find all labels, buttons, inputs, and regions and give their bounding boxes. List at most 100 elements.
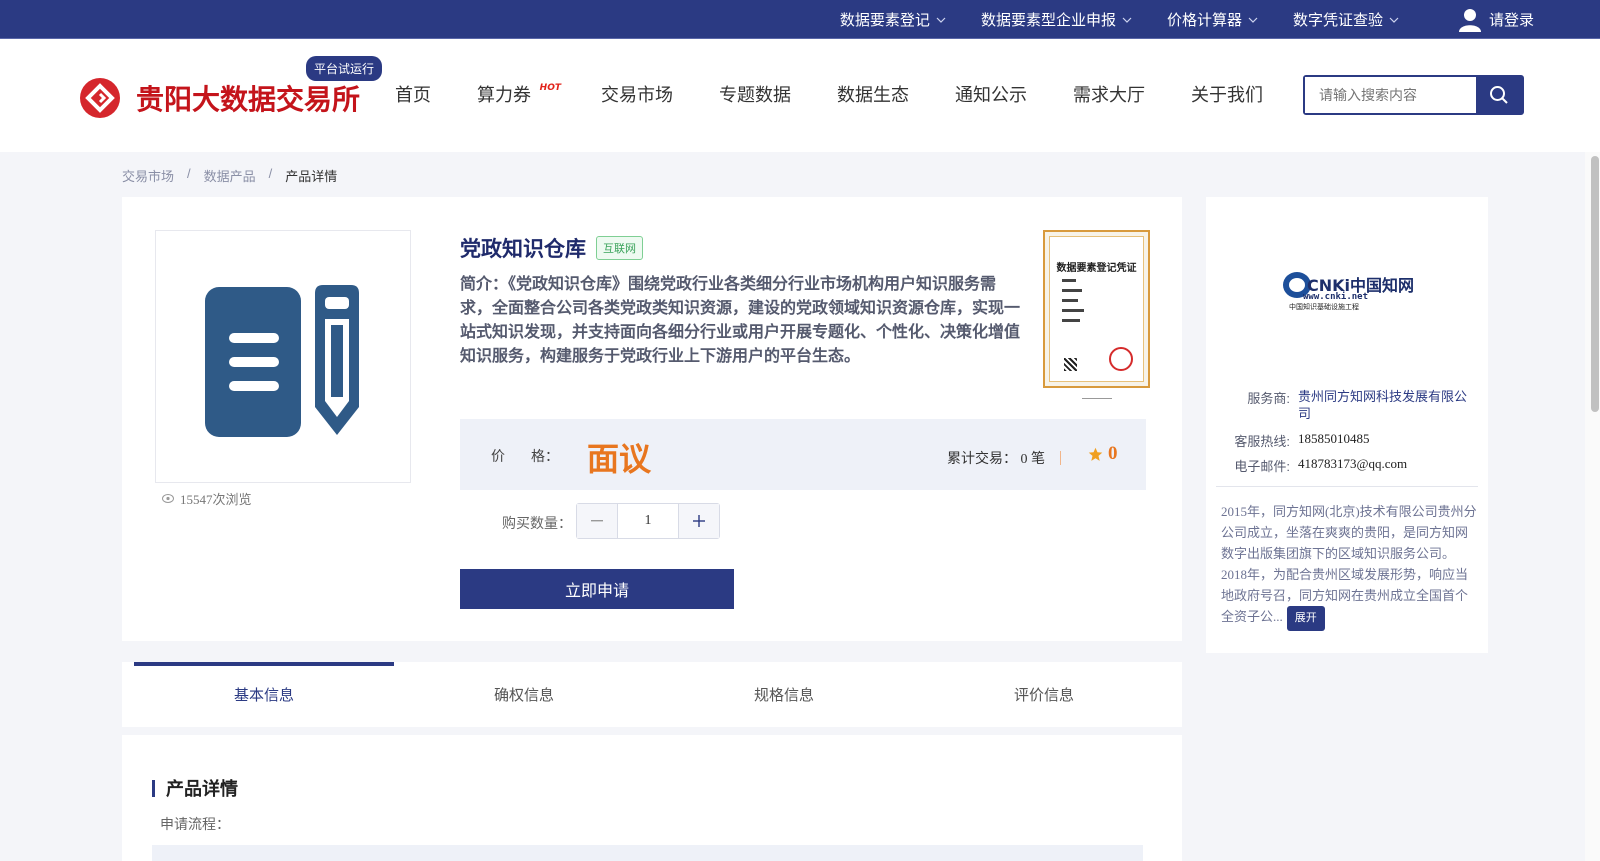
price-value: 面议 <box>587 440 652 478</box>
hotline-value: 18585010485 <box>1298 431 1370 446</box>
divider <box>1216 486 1478 487</box>
provider-label: 服务商: <box>1247 391 1290 406</box>
top-link-label: 价格计算器 <box>1166 12 1242 29</box>
tab-spec-info[interactable]: 规格信息 <box>654 662 914 727</box>
site-logo-icon[interactable] <box>79 77 121 119</box>
rating-value: 0 <box>1108 443 1118 464</box>
cnki-logo-url-text: www.cnki.net <box>1303 291 1368 302</box>
qr-code-icon <box>1064 358 1077 371</box>
chevron-down-icon <box>1122 17 1132 23</box>
section-title-text: 产品详情 <box>166 779 238 800</box>
apply-process-panel <box>152 845 1143 861</box>
certificate-text-line <box>1062 319 1080 322</box>
login-label: 请登录 <box>1488 12 1534 29</box>
certificate-title: 数据要素登记凭证 <box>1056 263 1137 274</box>
nav-item-notices[interactable]: 通知公示 <box>955 81 1027 107</box>
nav-item-label: 算力券 <box>477 85 531 106</box>
breadcrumb-item-market[interactable]: 交易市场 <box>122 166 174 185</box>
site-name[interactable]: 贵阳大数据交易所 <box>136 78 360 118</box>
section-title: 产品详情 <box>152 775 238 801</box>
star-icon <box>1088 447 1103 461</box>
top-link-label: 数据要素登记 <box>839 12 930 29</box>
product-card: 15547次浏览 党政知识仓库 互联网 简介：《党政知识仓库》围绕党政行业各类细… <box>122 197 1182 641</box>
search-box <box>1303 75 1524 115</box>
nav-item-about[interactable]: 关于我们 <box>1191 81 1263 107</box>
tab-basic-info[interactable]: 基本信息 <box>134 662 394 727</box>
nav-item-compute-voucher[interactable]: 算力券 HOT <box>477 81 561 107</box>
eye-icon <box>162 494 174 503</box>
view-count: 15547次浏览 <box>162 489 252 508</box>
price-label-part: 价 <box>491 448 505 464</box>
provider-link[interactable]: 贵州同方知网科技发展有限公司 <box>1298 388 1478 422</box>
login-button[interactable]: 请登录 <box>1458 8 1534 32</box>
chevron-down-icon <box>936 17 946 23</box>
main-nav: 首页 算力券 HOT 交易市场 专题数据 数据生态 通知公示 需求大厅 关于我们 <box>395 81 1309 107</box>
quantity-stepper <box>576 503 720 539</box>
trial-badge: 平台试运行 <box>306 56 383 81</box>
top-link-certificate-verify[interactable]: 数字凭证查验 <box>1293 9 1399 30</box>
tab-rights-info[interactable]: 确权信息 <box>394 662 654 727</box>
apply-now-button[interactable]: 立即申请 <box>460 569 734 609</box>
quantity-input[interactable] <box>617 504 679 538</box>
site-header: 贵阳大数据交易所 平台试运行 首页 算力券 HOT 交易市场 专题数据 数据生态… <box>0 39 1600 152</box>
certificate-text-line <box>1062 299 1078 302</box>
top-link-label: 数据要素型企业申报 <box>980 12 1116 29</box>
email-value: 418783173@qq.com <box>1298 456 1408 471</box>
decrease-button[interactable] <box>577 504 617 538</box>
scrollbar-thumb[interactable] <box>1591 156 1599 412</box>
plus-icon <box>693 515 705 527</box>
product-image <box>155 230 411 483</box>
cnki-logo-sub-text: 中国知识基础设施工程 <box>1289 302 1359 311</box>
rating: 0 <box>1088 443 1118 465</box>
quantity-label: 购买数量： <box>502 515 572 531</box>
nav-item-demand-hall[interactable]: 需求大厅 <box>1073 81 1145 107</box>
expand-button[interactable]: 展开 <box>1286 606 1325 631</box>
product-detail-section: 产品详情 申请流程： <box>122 735 1182 861</box>
top-link-price-calculator[interactable]: 价格计算器 <box>1167 9 1258 30</box>
search-button[interactable] <box>1476 77 1522 113</box>
certificate-text-line <box>1062 289 1082 292</box>
nav-item-home[interactable]: 首页 <box>395 81 431 107</box>
nav-item-topic-data[interactable]: 专题数据 <box>719 81 791 107</box>
provider-row: 服务商: 贵州同方知网科技发展有限公司 <box>1216 388 1478 422</box>
apply-process-label: 申请流程： <box>160 816 230 832</box>
trade-count: 累计交易： 0 笔 <box>947 452 1045 467</box>
top-link-data-registration[interactable]: 数据要素登记 <box>840 9 946 30</box>
section-title-bar <box>152 779 155 797</box>
price-label-part: 格： <box>531 448 559 464</box>
breadcrumb: 交易市场 / 数据产品 / 产品详情 <box>122 166 337 185</box>
user-icon <box>1458 8 1481 32</box>
nav-item-market[interactable]: 交易市场 <box>601 81 673 107</box>
detail-tabs: 基本信息 确权信息 规格信息 评价信息 <box>122 662 1182 727</box>
breadcrumb-item-data-products[interactable]: 数据产品 <box>204 166 256 185</box>
tab-review-info[interactable]: 评价信息 <box>914 662 1174 727</box>
category-tag: 互联网 <box>596 236 643 260</box>
email-row: 电子邮件: 418783173@qq.com <box>1216 456 1478 475</box>
seal-icon <box>1109 347 1133 371</box>
email-label: 电子邮件: <box>1234 459 1290 474</box>
top-links: 数据要素登记 数据要素型企业申报 价格计算器 数字凭证查验 请登录 <box>805 0 1534 39</box>
product-description: 简介：《党政知识仓库》围绕党政行业各类细分行业市场机构用户知识服务需求，全面整合… <box>460 274 1021 365</box>
breadcrumb-item-current: 产品详情 <box>285 169 338 184</box>
provider-card: CNKi中国知网 www.cnki.net 中国知识基础设施工程 服务商: 贵州… <box>1206 197 1488 653</box>
document-edit-icon <box>205 284 359 437</box>
registration-certificate-image[interactable]: 数据要素登记凭证 <box>1043 230 1150 388</box>
chevron-down-icon <box>1389 17 1399 23</box>
certificate-text-line <box>1062 279 1076 282</box>
top-link-enterprise-declare[interactable]: 数据要素型企业申报 <box>981 9 1132 30</box>
breadcrumb-separator: / <box>187 166 191 181</box>
divider <box>1060 451 1061 465</box>
certificate-body: 数据要素登记凭证 <box>1049 236 1144 382</box>
certificate-text-line <box>1062 309 1084 312</box>
view-count-text: 15547次浏览 <box>180 492 252 507</box>
nav-item-ecosystem[interactable]: 数据生态 <box>837 81 909 107</box>
hotline-row: 客服热线: 18585010485 <box>1216 431 1478 450</box>
increase-button[interactable] <box>679 504 719 538</box>
price-panel: 价 格： 面议 累计交易： 0 笔 0 <box>460 419 1146 490</box>
top-bar: 数据要素登记 数据要素型企业申报 价格计算器 数字凭证查验 请登录 <box>0 0 1600 39</box>
hot-badge-icon: HOT <box>539 83 561 93</box>
search-input[interactable] <box>1305 77 1476 113</box>
product-title-row: 党政知识仓库 互联网 <box>460 233 643 263</box>
chevron-down-icon <box>1248 17 1258 23</box>
product-title: 党政知识仓库 <box>460 237 586 261</box>
